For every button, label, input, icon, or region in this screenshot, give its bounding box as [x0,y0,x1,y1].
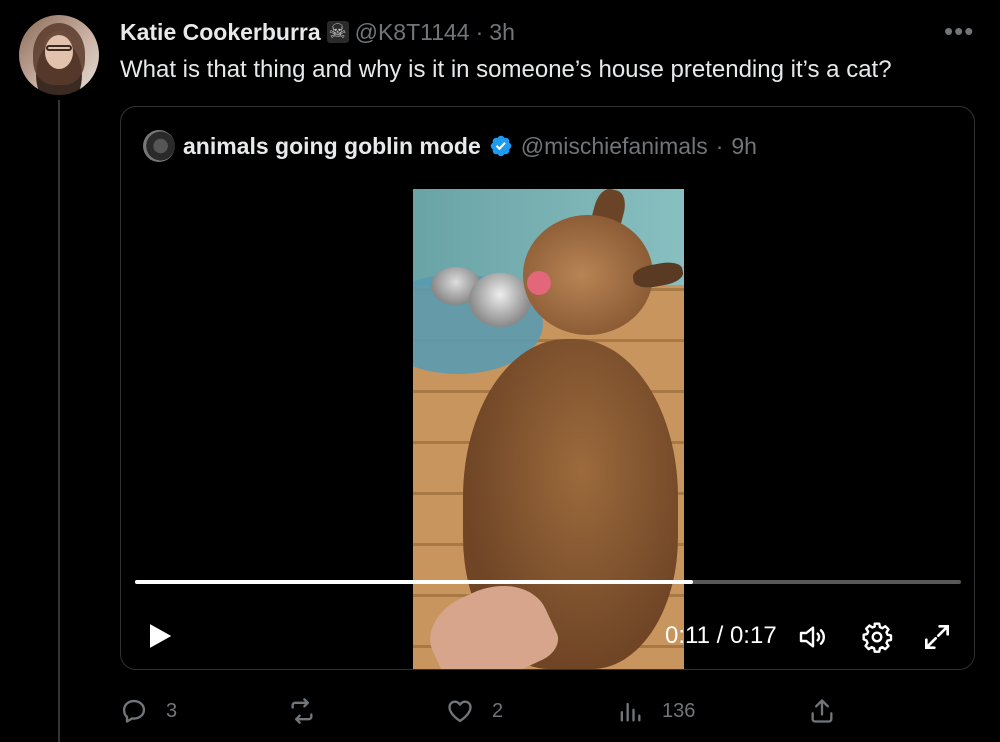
quoted-tweet-header: animals going goblin mode @mischiefanima… [143,129,757,163]
video-progress-fill [135,580,694,584]
verified-badge-icon [490,135,511,157]
video-player[interactable]: 0:11 / 0:17 [121,175,974,669]
quoted-avatar [143,130,175,162]
play-icon[interactable] [145,621,175,651]
separator-dot: · [715,132,724,159]
quoted-tweet[interactable]: animals going goblin mode @mischiefanima… [120,106,975,670]
like-button[interactable]: 2 [446,694,503,728]
duration: 0:17 [729,622,777,649]
author-name[interactable]: Katie Cookerburra [120,19,321,46]
avatar-face [45,35,73,69]
tweet-actions: 3 2 136 [120,694,840,728]
tweet-time[interactable]: 3h [489,19,515,46]
author-handle[interactable]: @K8T1144 [355,19,470,46]
tweet-text: What is that thing and why is it in some… [120,56,892,83]
fullscreen-icon[interactable] [921,621,953,653]
retweet-button[interactable] [288,694,334,728]
caracal-tongue [527,271,551,295]
avatar-glasses [46,45,72,51]
tweet-header: Katie Cookerburra ☠ @K8T1144 · 3h [120,16,515,48]
current-time: 0:11 [665,622,710,649]
quoted-tweet-time: 9h [731,132,757,159]
views-icon [620,702,641,722]
volume-icon[interactable] [797,621,829,653]
views-count: 136 [662,699,696,722]
video-time-readout: 0:11 / 0:17 [665,621,777,651]
heart-icon [448,700,472,723]
video-frame [413,189,684,669]
views-button[interactable]: 136 [616,694,695,728]
time-separator: / [709,622,730,649]
reply-icon [122,699,146,723]
thread-line [58,100,60,742]
share-button[interactable] [808,694,836,728]
author-avatar[interactable] [19,15,99,95]
quoted-author-handle: @mischiefanimals [520,132,708,159]
frame-bowl [469,273,531,327]
more-options-icon[interactable]: ••• [944,18,974,44]
reply-button[interactable]: 3 [120,694,177,728]
share-icon [811,699,833,723]
retweet-icon [291,698,313,724]
quoted-author-name: animals going goblin mode [183,132,481,159]
reply-count: 3 [166,699,178,722]
video-progress-bar[interactable] [135,580,961,584]
skull-emoji: ☠ [326,21,349,43]
gear-icon[interactable] [861,621,893,653]
separator-dot: · [475,18,484,45]
like-count: 2 [492,699,504,722]
